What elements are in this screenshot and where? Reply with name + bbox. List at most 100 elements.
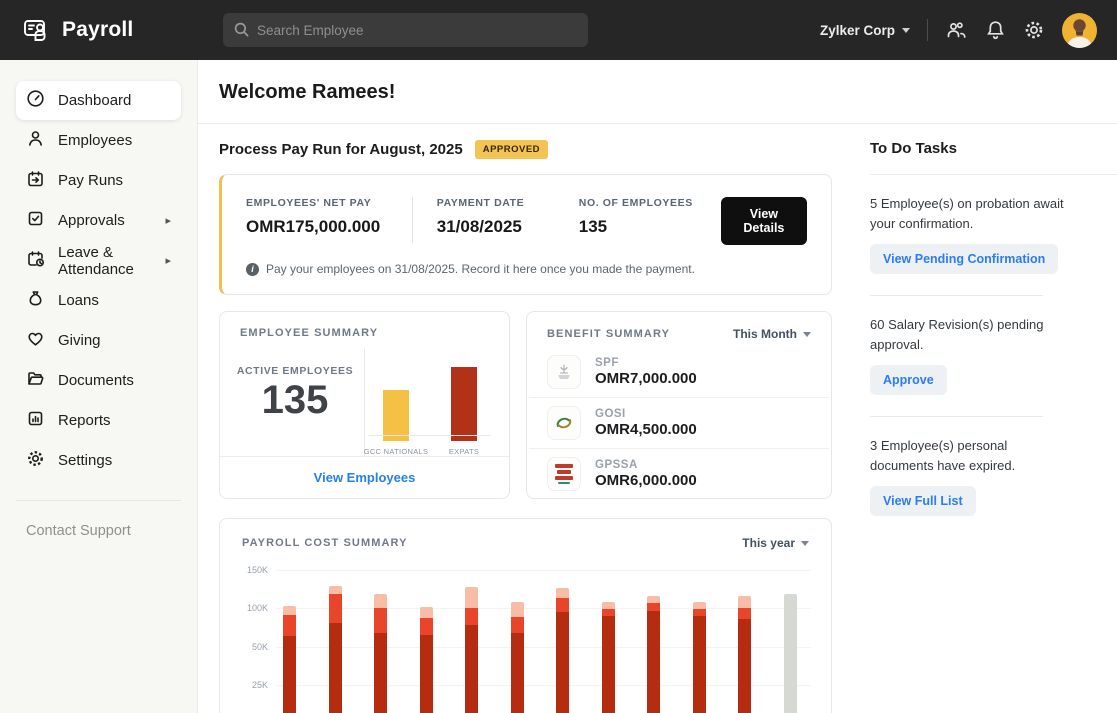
sidebar-item-label: Settings: [58, 452, 112, 469]
chevron-right-icon: ▸: [165, 254, 171, 267]
mini-bar-gcc-nationals: GCC NATIONALS: [365, 355, 427, 456]
payroll-logo-icon: [20, 14, 52, 46]
task-divider: [870, 295, 1043, 296]
org-name: Zylker Corp: [820, 23, 895, 38]
payroll-dashboard-page: Payroll Zylker Corp: [0, 0, 1117, 713]
cost-bar-11: [738, 596, 751, 713]
gpssa-logo: [547, 457, 581, 491]
y-axis-tick: 50K: [232, 642, 268, 652]
bar-chart-icon: [26, 409, 45, 432]
card-title: PAYROLL COST SUMMARY: [242, 537, 408, 549]
heart-icon: [26, 329, 45, 352]
payroll-cost-card: PAYROLL COST SUMMARY This year 150K100K5…: [219, 518, 832, 713]
view-employees-link[interactable]: View Employees: [314, 470, 416, 485]
calendar-pay-icon: [26, 169, 45, 192]
mini-bar-expats: EXPATS: [433, 355, 495, 456]
task-text: 3 Employee(s) personal documents have ex…: [870, 436, 1065, 475]
benefit-summary-card: BENEFIT SUMMARY This Month: [526, 311, 832, 499]
gridline: [276, 685, 811, 686]
payrun-card: EMPLOYEES' NET PAY OMR175,000.000 PAYMEN…: [219, 174, 832, 295]
gridline: [276, 570, 811, 571]
gear-icon: [26, 449, 45, 472]
sidebar-item-employees[interactable]: Employees: [16, 121, 181, 160]
benefit-amount: OMR6,000.000: [595, 472, 697, 489]
sidebar-item-approvals[interactable]: Approvals ▸: [16, 201, 181, 240]
main-area: Welcome Ramees! Process Pay Run for Augu…: [198, 60, 1117, 713]
spf-logo: [547, 355, 581, 389]
sidebar-item-dashboard[interactable]: Dashboard: [16, 81, 181, 120]
todo-task-probation: 5 Employee(s) on probation await your co…: [870, 194, 1099, 274]
benefit-amount: OMR4,500.000: [595, 421, 697, 438]
search-input[interactable]: [223, 13, 588, 47]
view-pending-confirmation-button[interactable]: View Pending Confirmation: [870, 244, 1058, 274]
active-employees-label: ACTIVE EMPLOYEES: [226, 365, 364, 377]
period-value: This year: [742, 536, 795, 550]
card-title: BENEFIT SUMMARY: [547, 328, 670, 340]
payrun-title: Process Pay Run for August, 2025: [219, 141, 463, 158]
cost-bar-9: [647, 596, 660, 713]
gear-icon[interactable]: [1023, 19, 1045, 41]
users-icon[interactable]: [945, 19, 968, 42]
topbar-right: Zylker Corp: [820, 13, 1097, 48]
chevron-right-icon: ▸: [165, 214, 171, 227]
todo-task-salary-revision: 60 Salary Revision(s) pending approval. …: [870, 315, 1099, 395]
stat-value: 31/08/2025: [437, 217, 579, 237]
cost-bar-6: [511, 602, 524, 713]
sidebar-item-reports[interactable]: Reports: [16, 401, 181, 440]
employee-summary-card: EMPLOYEE SUMMARY ACTIVE EMPLOYEES 135 GC…: [219, 311, 510, 499]
stat-value: OMR175,000.000: [246, 217, 412, 237]
sidebar-item-loans[interactable]: Loans: [16, 281, 181, 320]
payrun-title-row: Process Pay Run for August, 2025 APPROVE…: [219, 140, 832, 159]
person-icon: [26, 129, 45, 152]
cost-bar-10: [693, 602, 706, 713]
app-logo[interactable]: Payroll: [20, 14, 220, 46]
task-divider: [870, 416, 1043, 417]
cost-period-dropdown[interactable]: This year: [742, 536, 809, 550]
active-employees-value: 135: [226, 379, 364, 421]
search-icon: [233, 21, 250, 43]
info-icon: i: [246, 263, 259, 276]
cost-bar-1: [283, 606, 296, 713]
cost-bar-4: [420, 607, 433, 713]
sidebar-item-label: Giving: [58, 332, 101, 349]
sidebar-item-settings[interactable]: Settings: [16, 441, 181, 480]
benefit-period-dropdown[interactable]: This Month: [733, 327, 811, 341]
search-box: [223, 13, 588, 47]
view-full-list-button[interactable]: View Full List: [870, 486, 976, 516]
y-axis-tick: 25K: [232, 680, 268, 690]
money-bag-icon: [26, 289, 45, 312]
cost-bar-2: [329, 586, 342, 713]
org-switcher[interactable]: Zylker Corp: [820, 23, 910, 38]
chevron-down-icon: [902, 28, 910, 33]
cost-bar-12: [784, 594, 797, 713]
status-badge: APPROVED: [475, 140, 548, 159]
cost-bar-3: [374, 594, 387, 713]
sidebar-item-documents[interactable]: Documents: [16, 361, 181, 400]
benefit-amount: OMR7,000.000: [595, 370, 697, 387]
sidebar-item-pay-runs[interactable]: Pay Runs: [16, 161, 181, 200]
benefit-name: GOSI: [595, 408, 697, 420]
approve-button[interactable]: Approve: [870, 365, 947, 395]
sidebar-item-giving[interactable]: Giving: [16, 321, 181, 360]
calendar-clock-icon: [26, 249, 45, 272]
welcome-row: Welcome Ramees!: [198, 60, 1117, 124]
folder-icon: [26, 369, 45, 392]
todo-panel: To Do Tasks 5 Employee(s) on probation a…: [870, 138, 1117, 713]
view-details-button[interactable]: View Details: [721, 197, 807, 245]
stat-divider: [412, 197, 413, 243]
task-text: 60 Salary Revision(s) pending approval.: [870, 315, 1065, 354]
todo-title: To Do Tasks: [870, 140, 1099, 157]
checkbox-icon: [26, 209, 45, 232]
contact-support-link[interactable]: Contact Support: [0, 501, 197, 539]
payrun-note-text: Pay your employees on 31/08/2025. Record…: [266, 262, 695, 276]
stat-label: PAYMENT DATE: [437, 197, 579, 209]
user-avatar[interactable]: [1062, 13, 1097, 48]
sidebar-item-label: Dashboard: [58, 92, 131, 109]
notification-bell-icon[interactable]: [985, 19, 1006, 41]
todo-task-expired-documents: 3 Employee(s) personal documents have ex…: [870, 436, 1099, 516]
sidebar-item-leave-attendance[interactable]: Leave & Attendance ▸: [16, 241, 181, 280]
chevron-down-icon: [801, 541, 809, 546]
app-name: Payroll: [62, 18, 133, 42]
period-value: This Month: [733, 327, 797, 341]
gridline: [276, 608, 811, 609]
